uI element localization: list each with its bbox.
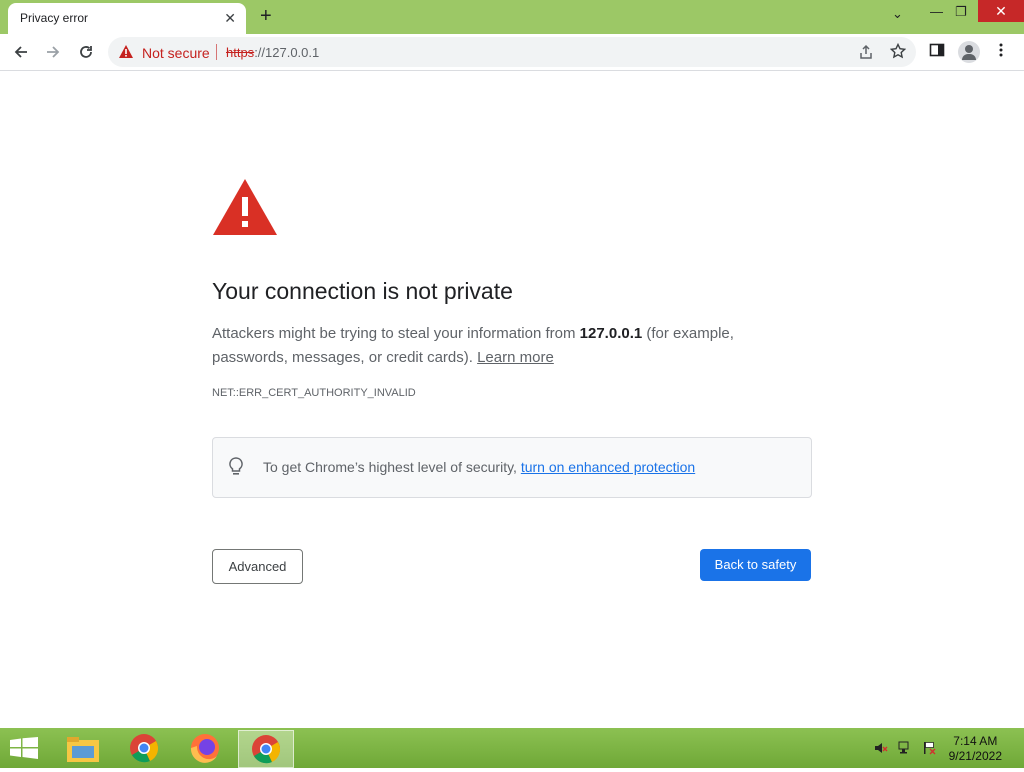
- reload-icon[interactable]: [74, 40, 98, 64]
- omnibox-divider: [216, 44, 217, 60]
- explanation-start: Attackers might be trying to steal your …: [212, 325, 580, 342]
- enhanced-protection-banner: To get Chrome’s highest level of securit…: [212, 437, 812, 498]
- security-message: To get Chrome’s highest level of securit…: [263, 459, 521, 475]
- new-tab-button[interactable]: +: [260, 5, 272, 27]
- clock-date: 9/21/2022: [948, 749, 1002, 763]
- security-text: To get Chrome’s highest level of securit…: [263, 459, 695, 475]
- tab-search-icon[interactable]: ⌄: [892, 6, 903, 22]
- firefox-icon[interactable]: [178, 730, 232, 766]
- tab-privacy-error[interactable]: Privacy error ✕: [8, 3, 246, 34]
- url-text[interactable]: https://127.0.0.1: [226, 45, 319, 60]
- chrome-icon[interactable]: [117, 730, 171, 766]
- menu-kebab-icon[interactable]: [998, 42, 1004, 63]
- warning-icon[interactable]: [118, 44, 134, 64]
- host-name: 127.0.0.1: [579, 325, 643, 342]
- close-window-button[interactable]: ✕: [978, 0, 1024, 22]
- learn-more-link[interactable]: Learn more: [477, 349, 554, 366]
- volume-muted-icon[interactable]: [874, 741, 888, 755]
- forward-icon[interactable]: [41, 40, 65, 64]
- side-panel-icon[interactable]: [929, 42, 945, 63]
- explanation-text: Attackers might be trying to steal your …: [212, 322, 772, 370]
- network-icon[interactable]: [898, 741, 912, 755]
- system-clock[interactable]: 7:14 AM 9/21/2022: [949, 734, 1002, 764]
- share-icon[interactable]: [858, 44, 874, 65]
- back-to-safety-button[interactable]: Back to safety: [700, 549, 811, 581]
- action-center-icon[interactable]: [922, 741, 936, 755]
- minimize-button[interactable]: —: [930, 4, 943, 19]
- url-scheme: https: [226, 45, 255, 60]
- restore-button[interactable]: ❐: [955, 4, 967, 20]
- taskbar: 7:14 AM 9/21/2022: [0, 728, 1024, 768]
- chrome-active-icon[interactable]: [238, 730, 294, 768]
- page-title: Your connection is not private: [212, 278, 513, 304]
- clock-time: 7:14 AM: [953, 734, 998, 748]
- not-secure-label[interactable]: Not secure: [142, 45, 210, 61]
- close-tab-icon[interactable]: ✕: [224, 10, 236, 26]
- bookmark-star-icon[interactable]: [889, 42, 907, 64]
- tab-title: Privacy error: [20, 11, 89, 25]
- back-icon[interactable]: [9, 40, 33, 64]
- enhanced-protection-link[interactable]: turn on enhanced protection: [521, 459, 695, 475]
- file-explorer-icon[interactable]: [56, 730, 110, 766]
- url-host: ://127.0.0.1: [254, 45, 320, 60]
- large-warning-icon: [212, 178, 278, 241]
- windows-start-icon[interactable]: [10, 737, 38, 764]
- title-bar: Privacy error ✕ + ⌄ — ❐ ✕: [0, 0, 1024, 34]
- toolbar: Not secure https://127.0.0.1: [0, 34, 1024, 71]
- lightbulb-icon: [229, 457, 243, 482]
- address-bar[interactable]: Not secure https://127.0.0.1: [108, 37, 916, 67]
- profile-avatar-icon[interactable]: [958, 41, 980, 63]
- advanced-button[interactable]: Advanced: [212, 549, 303, 584]
- error-code: NET::ERR_CERT_AUTHORITY_INVALID: [212, 387, 416, 399]
